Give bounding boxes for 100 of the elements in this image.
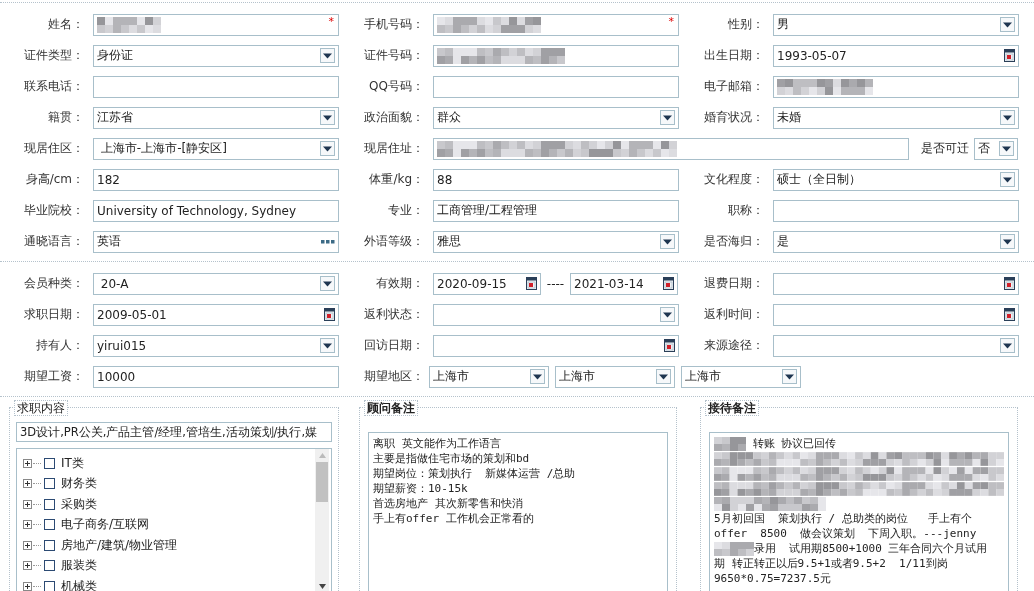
expand-icon[interactable] — [23, 540, 32, 550]
expand-icon[interactable] — [23, 520, 32, 530]
dropdown-button[interactable] — [320, 276, 335, 291]
expand-icon[interactable] — [23, 458, 32, 468]
checkbox[interactable] — [44, 457, 55, 469]
dropdown-field[interactable]: 20-A — [93, 272, 339, 295]
date-field[interactable]: 2021-03-14 — [570, 272, 678, 295]
dropdown-field[interactable]: 身份证 — [93, 44, 339, 67]
date-field[interactable]: 2020-09-15 — [433, 272, 541, 295]
text-field[interactable]: 88 — [433, 168, 679, 191]
dropdown-button[interactable] — [530, 369, 545, 384]
dropdown-field[interactable]: 上海市 — [429, 365, 549, 388]
date-field[interactable] — [773, 272, 1019, 295]
text-field[interactable] — [773, 75, 1019, 98]
dropdown-button[interactable] — [320, 338, 335, 353]
scrollbar-thumb[interactable] — [316, 462, 328, 502]
tree-item[interactable]: 采购类 — [61, 495, 97, 513]
date-field[interactable] — [773, 303, 1019, 326]
dropdown-button[interactable] — [320, 141, 335, 156]
dropdown-button[interactable] — [320, 48, 335, 63]
calendar-icon[interactable] — [664, 339, 675, 352]
note-line: 期望岗位：策划执行 新媒体运营 /总助 — [373, 466, 577, 481]
text-field[interactable] — [433, 75, 679, 98]
dropdown-field[interactable]: 未婚 — [773, 106, 1019, 129]
text-field[interactable]: 182 — [93, 168, 339, 191]
calendar-icon[interactable] — [1004, 308, 1015, 321]
checkbox[interactable] — [44, 560, 55, 572]
checkbox[interactable] — [44, 519, 55, 531]
date-field[interactable] — [433, 334, 679, 357]
tree-item[interactable]: IT类 — [61, 454, 84, 472]
dropdown-field[interactable] — [433, 303, 679, 326]
dropdown-button[interactable] — [1000, 234, 1015, 249]
tree-item[interactable]: 电子商务/互联网 — [61, 516, 150, 534]
dropdown-button[interactable] — [660, 110, 675, 125]
text-field[interactable]: 10000 — [93, 365, 339, 388]
calendar-icon[interactable] — [1004, 277, 1015, 290]
text-field[interactable]: * — [93, 13, 339, 36]
calendar-icon[interactable] — [1004, 49, 1015, 62]
calendar-icon[interactable] — [526, 277, 537, 290]
dropdown-button[interactable] — [1000, 110, 1015, 125]
text-field[interactable]: 工商管理/工程管理 — [433, 199, 679, 222]
dropdown-button[interactable] — [999, 141, 1014, 156]
ellipsis-icon[interactable] — [321, 239, 335, 244]
dropdown-field[interactable]: 是 — [773, 230, 1019, 253]
note-line: 主要是指做住宅市场的策划和bd — [373, 451, 531, 466]
dropdown-field[interactable]: yirui015 — [93, 334, 339, 357]
dropdown-field[interactable]: 否 — [974, 137, 1018, 160]
dropdown-field[interactable]: 硕士（全日制） — [773, 168, 1019, 191]
scroll-down-icon[interactable] — [318, 584, 326, 589]
tree-item[interactable]: 房地产/建筑/物业管理 — [61, 536, 178, 554]
date-field[interactable]: 2009-05-01 — [93, 303, 339, 326]
expand-icon[interactable] — [23, 581, 32, 591]
dropdown-field[interactable]: 上海市 — [555, 365, 675, 388]
field-label: 性别： — [727, 16, 765, 33]
dropdown-button[interactable] — [320, 110, 335, 125]
tree-item[interactable]: 财务类 — [61, 475, 97, 493]
field-label: 政治面貌： — [363, 109, 425, 126]
dropdown-button[interactable] — [1000, 338, 1015, 353]
note-line: 9650*0.75=7237.5元 — [714, 571, 832, 586]
date-field[interactable]: 1993-05-07 — [773, 44, 1019, 67]
notes-textarea[interactable]: 离职 英文能作为工作语言 主要是指做住宅市场的策划和bd 期望岗位：策划执行 新媒体运营 /总助 期望薪资：10-15k 首选房地产 其次新零售和快消 手上有offer 工作机会正常看的 — [368, 432, 668, 591]
dropdown-field[interactable]: 群众 — [433, 106, 679, 129]
dropdown-field[interactable]: 雅思 — [433, 230, 679, 253]
dropdown-field[interactable]: 上海市 — [681, 365, 801, 388]
lookup-field[interactable]: 英语 — [93, 230, 339, 253]
scrollbar[interactable] — [315, 449, 329, 591]
dropdown-field[interactable]: 上海市-上海市-[静安区] — [93, 137, 339, 160]
calendar-icon[interactable] — [663, 277, 674, 290]
checkbox[interactable] — [44, 498, 55, 510]
dropdown-button[interactable] — [1000, 17, 1015, 32]
expand-icon[interactable] — [23, 479, 32, 489]
text-field[interactable]: * — [433, 13, 679, 36]
field-label: 毕业院校： — [23, 202, 85, 219]
text-field[interactable] — [773, 199, 1019, 222]
dropdown-button[interactable] — [1000, 172, 1015, 187]
dropdown-field[interactable] — [773, 334, 1019, 357]
dropdown-button[interactable] — [660, 307, 675, 322]
field-label: 是否可迁 — [921, 140, 969, 157]
dropdown-button[interactable] — [656, 369, 671, 384]
text-field[interactable]: 3D设计,PR公关,产品主管/经理,管培生,活动策划/执行,媒 — [16, 422, 332, 442]
dropdown-button[interactable] — [660, 234, 675, 249]
checkbox[interactable] — [44, 580, 55, 591]
note-line: 离职 英文能作为工作语言 — [373, 436, 502, 451]
field-label: 返利时间： — [703, 306, 765, 323]
dropdown-field[interactable]: 男 — [773, 13, 1019, 36]
tree-item[interactable]: 机械类 — [61, 577, 97, 591]
tree-item[interactable]: 服装类 — [61, 557, 97, 575]
mosaic-redaction — [714, 541, 754, 556]
checkbox[interactable] — [44, 478, 55, 490]
expand-icon[interactable] — [23, 561, 32, 571]
dropdown-field[interactable]: 江苏省 — [93, 106, 339, 129]
text-field[interactable] — [433, 137, 909, 160]
checkbox[interactable] — [44, 539, 55, 551]
notes-textarea[interactable]: 转账 协议已回传 5月初回国 策划执行 / 总助类的岗位 手上有个 offer 8500 做会议策划 下周入职。---jenny 录用 试用期8500+1000 三年合同六个月试用 期 转正转正以后9.5+1或者9.5+2 1/11到岗 9650*0.75=7237.5元 — [709, 432, 1009, 591]
dropdown-button[interactable] — [782, 369, 797, 384]
calendar-icon[interactable] — [324, 308, 335, 321]
expand-icon[interactable] — [23, 499, 32, 509]
text-field[interactable]: University of Technology, Sydney — [93, 199, 339, 222]
text-field[interactable] — [433, 44, 679, 67]
text-field[interactable] — [93, 75, 339, 98]
